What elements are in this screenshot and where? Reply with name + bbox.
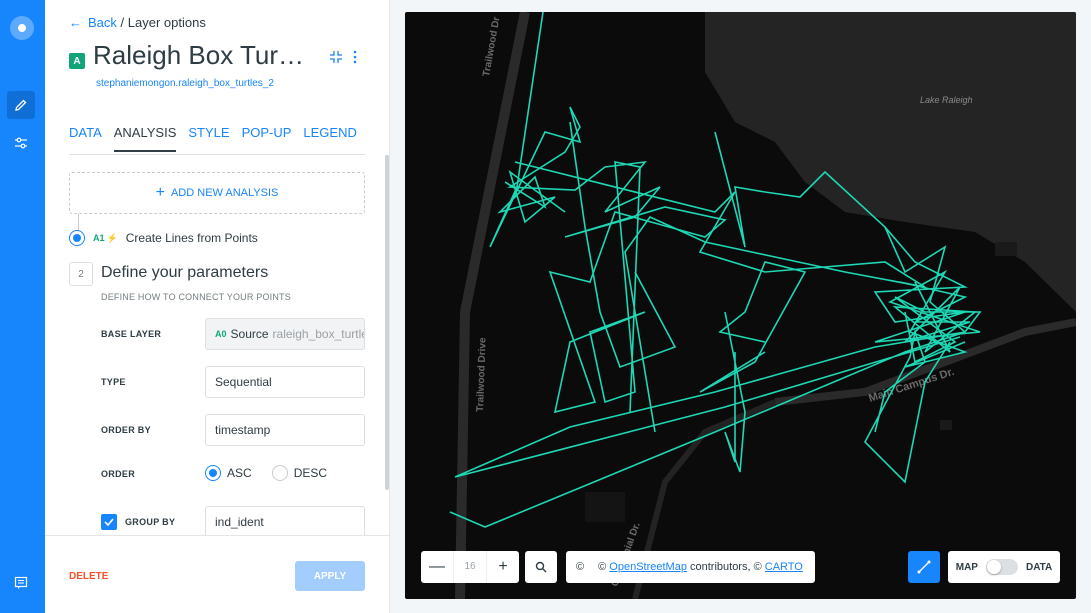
draw-icon — [917, 560, 931, 574]
filters-icon[interactable] — [7, 129, 35, 157]
track-line — [864, 328, 951, 484]
order-by-select[interactable]: timestamp — [205, 414, 365, 446]
analysis-node-radio[interactable] — [69, 230, 85, 246]
base-layer-name: raleigh_box_turtles — [272, 327, 365, 341]
lightning-icon: ⚡ — [106, 232, 118, 243]
tab-legend[interactable]: LEGEND — [303, 125, 356, 152]
carto-logo-icon[interactable] — [10, 16, 34, 40]
order-desc-radio[interactable] — [271, 465, 288, 481]
order-label: ORDER — [101, 469, 136, 479]
map-view[interactable]: Lake Raleigh Trailwood Drive Trailwood D… — [405, 12, 1076, 599]
layer-title[interactable]: Raleigh Box Turtles — [93, 40, 311, 71]
attribution-text: contributors, © — [690, 561, 762, 573]
plus-icon: + — [155, 184, 165, 201]
map-data-toggle[interactable]: MAP DATA — [948, 551, 1060, 583]
carto-link[interactable]: CARTO — [765, 561, 803, 573]
track-line — [884, 226, 982, 364]
add-analysis-button[interactable]: + ADD NEW ANALYSIS — [69, 172, 365, 214]
dataset-link[interactable]: stephaniemongon.raleigh_box_turtles_2 — [96, 78, 274, 89]
scrollbar[interactable] — [385, 155, 389, 490]
track-line — [489, 12, 727, 414]
tab-popup[interactable]: POP-UP — [242, 125, 292, 152]
map-search-button[interactable] — [525, 551, 557, 583]
base-layer-source: Source — [230, 327, 269, 341]
group-by-label: GROUP BY — [125, 517, 176, 527]
chat-icon[interactable] — [7, 569, 35, 597]
apply-button[interactable]: APPLY — [295, 561, 365, 591]
order-by-label: ORDER BY — [101, 425, 151, 435]
layer-tabs: DATA ANALYSIS STYLE POP-UP LEGEND — [69, 125, 357, 152]
tab-analysis[interactable]: ANALYSIS — [113, 125, 177, 152]
back-link[interactable]: ← Back — [69, 15, 117, 30]
zoom-level: 16 — [453, 551, 487, 583]
order-options: ASC DESC — [205, 465, 327, 481]
step-subtitle: DEFINE HOW TO CONNECT YOUR POINTS — [101, 292, 291, 302]
group-by-select[interactable]: ind_ident — [205, 506, 365, 538]
type-label: TYPE — [101, 377, 126, 387]
map-attribution: © © OpenStreetMap contributors, © CARTO — [566, 551, 815, 583]
more-options-icon[interactable] — [353, 50, 357, 64]
breadcrumb-current: Layer options — [127, 15, 206, 30]
map-basemap: Lake Raleigh Trailwood Drive Trailwood D… — [449, 12, 1076, 599]
base-layer-field: A0 Source raleigh_box_turtles — [205, 318, 365, 350]
layer-options-panel: ← Back / Layer options A Raleigh Box Turt… — [45, 0, 390, 613]
tab-data[interactable]: DATA — [69, 125, 102, 152]
attribution-icon[interactable]: © — [576, 561, 584, 573]
base-layer-id: A0 — [215, 329, 227, 339]
toggle-map-label: MAP — [955, 561, 978, 573]
type-select[interactable]: Sequential — [205, 366, 365, 398]
breadcrumb-separator: / — [120, 15, 125, 30]
order-asc-radio[interactable] — [205, 465, 221, 481]
layer-badge: A — [69, 53, 85, 69]
analysis-node-id: A1 — [93, 233, 105, 243]
lake-label: Lake Raleigh — [920, 95, 973, 105]
draw-tool-button[interactable] — [908, 551, 940, 583]
breadcrumb: ← Back / Layer options — [69, 15, 206, 30]
base-layer-label: BASE LAYER — [101, 329, 162, 339]
analysis-node[interactable]: A1 ⚡ Create Lines from Points — [69, 230, 258, 246]
tab-style[interactable]: STYLE — [188, 125, 229, 152]
track-line — [497, 169, 566, 224]
header-actions — [329, 50, 357, 64]
panel-footer: DELETE APPLY — [45, 535, 389, 613]
toggle-data-label: DATA — [1025, 561, 1053, 573]
zoom-control: — 16 + — [421, 551, 519, 583]
osm-link[interactable]: OpenStreetMap — [609, 561, 687, 573]
edit-pencil-icon[interactable] — [7, 91, 35, 119]
delete-button[interactable]: DELETE — [69, 571, 108, 582]
check-icon — [104, 518, 114, 526]
road-label-trailwood-top: Trailwood Dr — [481, 16, 502, 78]
left-rail — [0, 0, 45, 613]
search-icon — [535, 561, 547, 573]
add-analysis-label: ADD NEW ANALYSIS — [170, 187, 279, 199]
attribution-copyright: © — [598, 561, 607, 573]
step-number: 2 — [69, 262, 93, 286]
analysis-node-label: Create Lines from Points — [125, 231, 258, 245]
zoom-in-button[interactable]: + — [487, 551, 519, 583]
road-label-trailwood: Trailwood Drive — [475, 337, 489, 412]
order-desc-option[interactable]: DESC — [271, 465, 327, 481]
step-title: Define your parameters — [101, 264, 269, 281]
collapse-icon[interactable] — [329, 50, 343, 64]
arrow-left-icon: ← — [69, 15, 82, 30]
zoom-out-button[interactable]: — — [421, 551, 453, 583]
group-by-checkbox[interactable] — [101, 514, 117, 530]
track-line — [699, 261, 807, 393]
toggle-switch[interactable] — [985, 559, 1018, 575]
order-asc-option[interactable]: ASC — [205, 465, 252, 481]
tabs-divider — [69, 154, 365, 155]
